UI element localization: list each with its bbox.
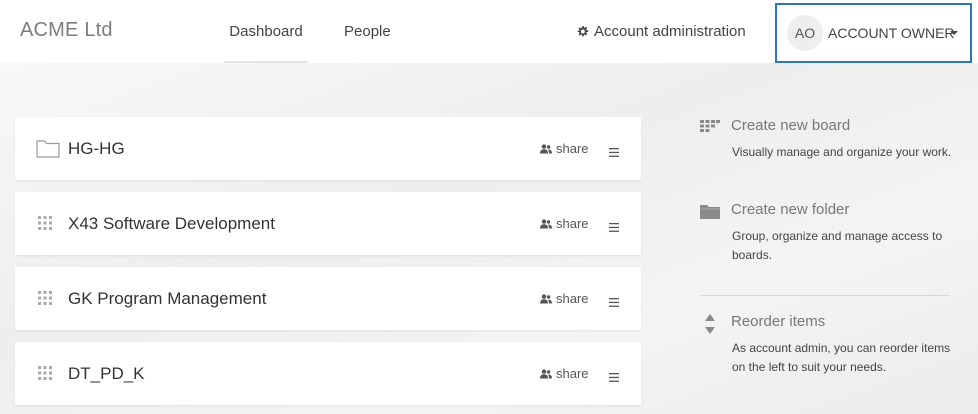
- caret-down-icon: [950, 31, 958, 35]
- account-owner-label: ACCOUNT OWNER: [828, 25, 955, 41]
- top-bar: ACME Ltd Dashboard People Account admini…: [0, 0, 978, 63]
- gear-icon: [577, 25, 589, 37]
- board-card[interactable]: HG-HG share: [15, 117, 641, 180]
- create-folder-description: Group, organize and manage access to boa…: [732, 229, 943, 262]
- share-label: share: [556, 141, 589, 156]
- account-owner-menu[interactable]: AO ACCOUNT OWNER: [775, 3, 972, 63]
- share-label: share: [556, 366, 589, 381]
- folder-filled-icon: [700, 204, 721, 225]
- share-label: share: [556, 291, 589, 306]
- share-button[interactable]: share: [540, 267, 589, 330]
- board-title: GK Program Management: [68, 289, 267, 308]
- board-card[interactable]: DT_PD_K share: [15, 342, 641, 405]
- menu-icon[interactable]: [609, 144, 619, 162]
- account-administration-label: Account administration: [594, 23, 746, 40]
- panel-divider: [700, 295, 950, 296]
- users-icon: [540, 294, 552, 304]
- avatar: AO: [787, 15, 823, 51]
- users-icon: [540, 219, 552, 229]
- create-board-description: Visually manage and organize your work.: [732, 145, 952, 159]
- nav-dashboard[interactable]: Dashboard: [224, 0, 308, 63]
- create-board-title[interactable]: Create new board: [731, 117, 850, 134]
- nav-people[interactable]: People: [344, 0, 391, 63]
- sort-arrows-icon: [704, 314, 716, 339]
- reorder-items-title: Reorder items: [731, 313, 826, 330]
- board-card[interactable]: GK Program Management share: [15, 267, 641, 330]
- board-title: DT_PD_K: [68, 364, 145, 383]
- drag-handle-icon[interactable]: [37, 215, 53, 236]
- menu-icon[interactable]: [609, 219, 619, 237]
- users-icon: [540, 369, 552, 379]
- share-button[interactable]: share: [540, 192, 589, 255]
- share-label: share: [556, 216, 589, 231]
- board-icon: [700, 120, 720, 139]
- create-folder-title[interactable]: Create new folder: [731, 201, 849, 218]
- account-administration-link[interactable]: Account administration: [576, 0, 746, 63]
- share-button[interactable]: share: [540, 117, 589, 180]
- share-button[interactable]: share: [540, 342, 589, 405]
- board-title: HG-HG: [68, 139, 125, 158]
- drag-handle-icon[interactable]: [37, 365, 53, 386]
- drag-handle-icon[interactable]: [37, 290, 53, 311]
- dashboard-main: HG-HG share X43 Software Development sha…: [0, 63, 978, 414]
- menu-icon[interactable]: [609, 369, 619, 387]
- board-list: HG-HG share X43 Software Development sha…: [15, 117, 641, 414]
- folder-icon: [36, 138, 60, 163]
- board-card[interactable]: X43 Software Development share: [15, 192, 641, 255]
- users-icon: [540, 144, 552, 154]
- menu-icon[interactable]: [609, 294, 619, 312]
- brand-logo[interactable]: ACME Ltd: [20, 19, 113, 42]
- reorder-items-description: As account admin, you can reorder items …: [732, 341, 951, 374]
- board-title: X43 Software Development: [68, 214, 275, 233]
